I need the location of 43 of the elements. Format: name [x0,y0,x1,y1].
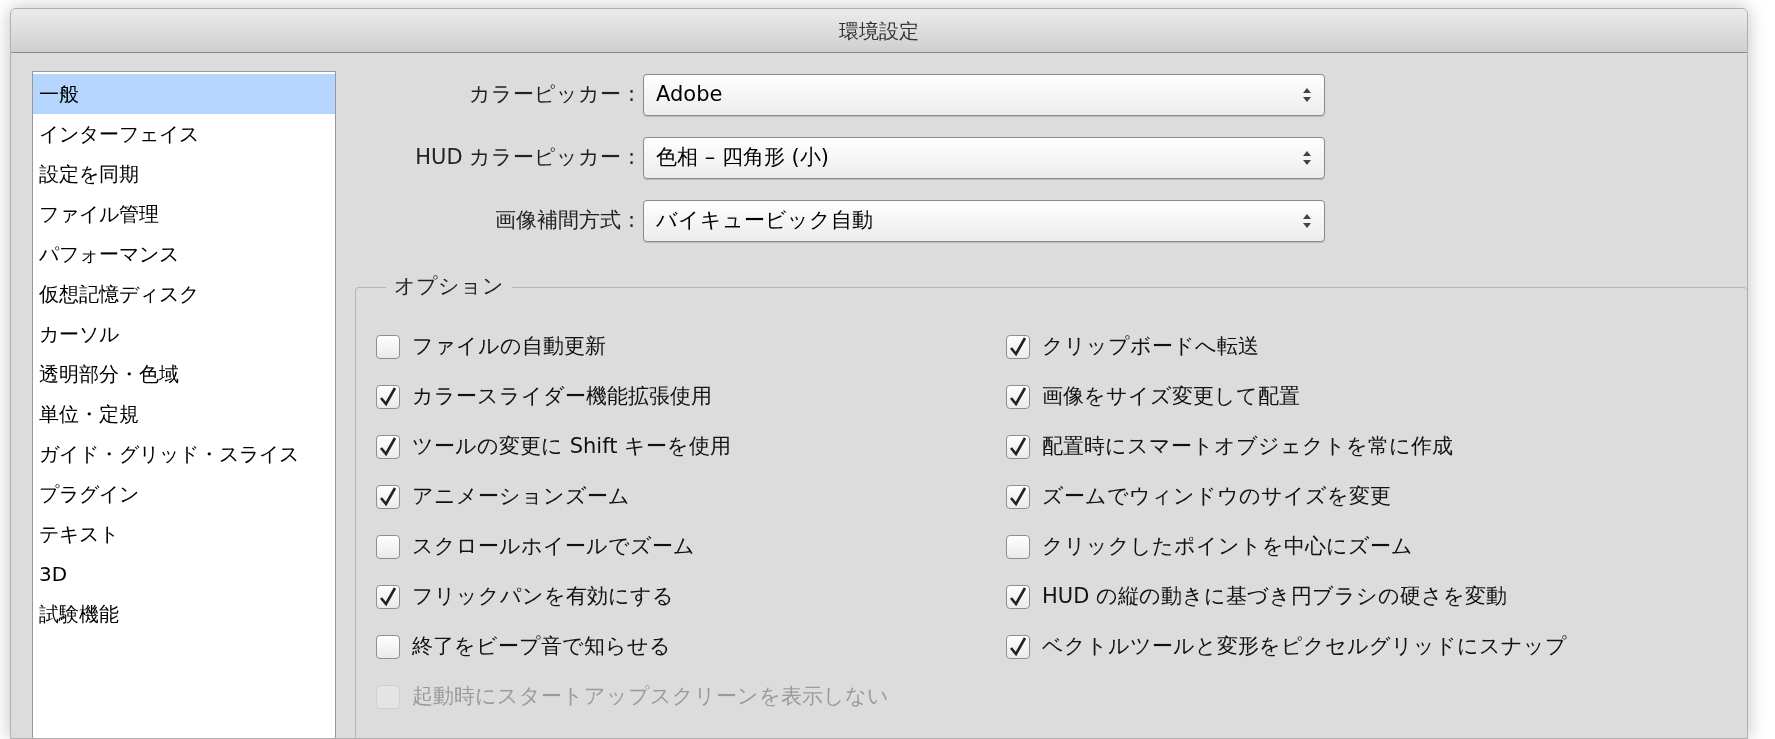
checkbox[interactable] [376,634,400,659]
checkbox[interactable] [1006,434,1030,459]
checkbox[interactable] [376,384,400,409]
checkbox[interactable] [376,534,400,559]
checkbox-label: クリップボードへ転送 [1042,332,1259,360]
checkbox-label: アニメーションズーム [412,482,630,510]
checkbox-label: ズームでウィンドウのサイズを変更 [1042,482,1391,510]
checkbox-label: ツールの変更に Shift キーを使用 [412,432,732,460]
up-down-arrows-icon [1302,213,1312,229]
dropdown-value: Adobe [656,81,723,109]
category-item[interactable]: 一般 [33,74,335,114]
setting-label: HUD カラーピッカー : [414,144,636,172]
checkbox[interactable] [1006,584,1030,609]
dropdown-value: バイキュービック自動 [656,207,873,235]
checkbox[interactable] [376,584,400,609]
checkbox-label: スクロールホイールでズーム [412,532,695,560]
checkbox-label: カラースライダー機能拡張使用 [412,382,712,410]
dropdown[interactable]: バイキュービック自動 [643,200,1325,242]
checkbox[interactable] [1006,634,1030,659]
window-title: 環境設定 [839,17,919,45]
checkbox[interactable] [1006,534,1030,559]
dropdown[interactable]: 色相 – 四角形 (小) [643,137,1325,179]
checkbox-label: 起動時にスタートアップスクリーンを表示しない [412,682,889,710]
checkbox[interactable] [1006,484,1030,509]
dropdown[interactable]: Adobe [643,74,1325,116]
checkbox[interactable] [376,434,400,459]
checkbox[interactable] [1006,334,1030,359]
checkbox-label: 画像をサイズ変更して配置 [1042,382,1300,410]
up-down-arrows-icon [1302,150,1312,166]
checkbox-label: ベクトルツールと変形をピクセルグリッドにスナップ [1042,632,1567,660]
checkbox[interactable] [1006,384,1030,409]
checkbox-label: 終了をビープ音で知らせる [412,632,671,660]
checkbox-label: HUD の縦の動きに基づき円ブラシの硬さを変動 [1042,582,1507,610]
up-down-arrows-icon [1302,87,1312,103]
checkbox-label: 配置時にスマートオブジェクトを常に作成 [1042,432,1453,460]
checkbox-label: ファイルの自動更新 [412,332,606,360]
checkbox[interactable] [376,484,400,509]
dropdown-value: 色相 – 四角形 (小) [656,144,829,172]
setting-label: 画像補間方式 : [494,207,636,235]
checkbox-label: クリックしたポイントを中心にズーム [1042,532,1413,560]
setting-label: カラーピッカー : [468,81,636,109]
checkbox[interactable] [376,334,400,359]
checkbox-label: フリックパンを有効にする [412,582,674,610]
